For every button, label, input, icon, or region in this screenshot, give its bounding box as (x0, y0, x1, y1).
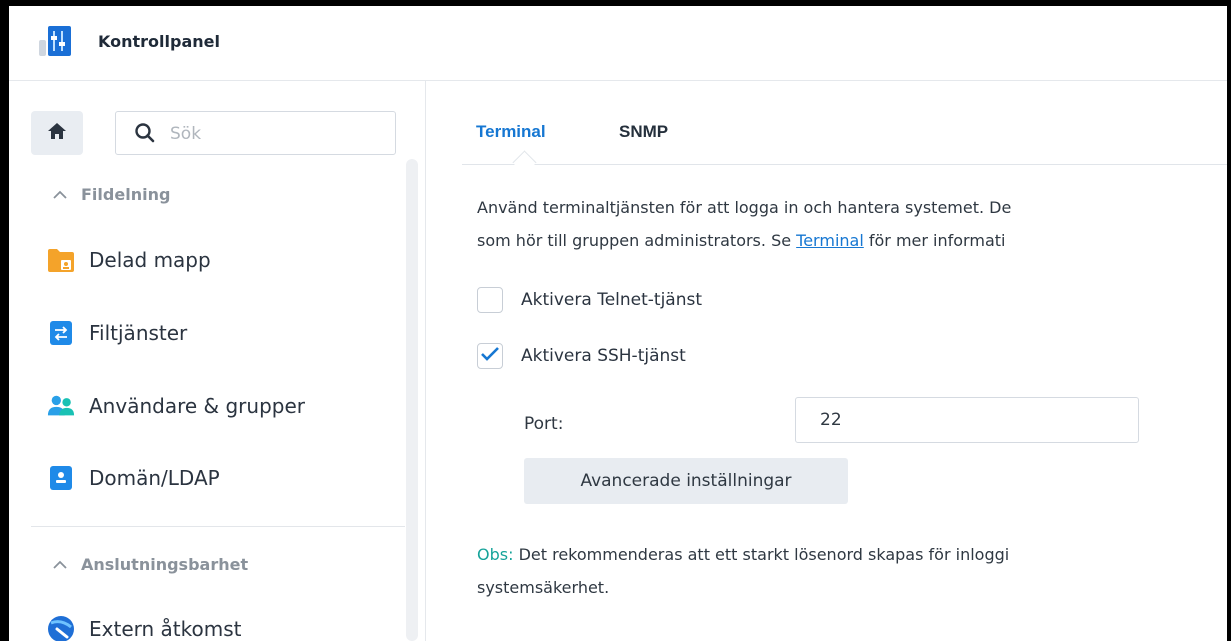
security-note: Obs: Det rekommenderas att ett starkt lö… (477, 538, 1009, 604)
tab-snmp[interactable]: SNMP (619, 122, 668, 142)
description-line-2: som hör till gruppen administrators. Se … (477, 231, 1005, 250)
port-label: Port: (524, 414, 564, 434)
telnet-checkbox[interactable] (477, 287, 503, 313)
sidebar-item-external-access[interactable]: Extern åtkomst (47, 609, 241, 641)
shared-folder-icon (47, 246, 75, 274)
description-text: som hör till gruppen administrators. Se (477, 231, 797, 250)
control-panel-icon (39, 26, 71, 58)
telnet-label: Aktivera Telnet-tjänst (521, 290, 703, 310)
sidebar-item-label: Användare & grupper (89, 394, 305, 418)
search-icon (134, 122, 156, 148)
section-header-anslutningsbarhet[interactable]: Anslutningsbarhet (53, 555, 248, 574)
description-text: för mer informati (863, 231, 1006, 250)
active-tab-indicator (512, 150, 537, 175)
ssh-label: Aktivera SSH-tjänst (521, 346, 686, 366)
tab-terminal[interactable]: Terminal (476, 122, 546, 142)
sidebar-item-file-services[interactable]: Filtjänster (47, 313, 187, 353)
description-line-1: Använd terminaltjänsten för att logga in… (477, 198, 1012, 217)
sidebar-item-label: Delad mapp (89, 248, 211, 272)
file-services-icon (47, 319, 75, 347)
note-line-2: systemsäkerhet. (477, 578, 610, 597)
advanced-settings-button[interactable]: Avancerade inställningar (524, 458, 848, 504)
ssh-checkbox[interactable] (477, 343, 503, 369)
users-groups-icon (47, 392, 75, 420)
sidebar-divider (31, 526, 405, 527)
home-button[interactable] (31, 111, 83, 155)
control-panel-window: Kontrollpanel Fildelning (0, 0, 1231, 641)
checkmark-icon (480, 346, 500, 367)
section-label: Fildelning (81, 185, 171, 204)
sidebar-item-label: Extern åtkomst (89, 617, 242, 641)
sidebar-item-users-groups[interactable]: Användare & grupper (47, 386, 305, 426)
note-text: Det rekommenderas att ett starkt lösenor… (513, 545, 1010, 564)
sidebar: Fildelning Delad mapp Fil (9, 81, 426, 641)
sidebar-item-label: Domän/LDAP (89, 466, 220, 490)
note-line-1: Obs: Det rekommenderas att ett starkt lö… (477, 538, 1009, 571)
section-header-fildelning[interactable]: Fildelning (53, 185, 170, 204)
sidebar-scrollbar[interactable] (406, 159, 418, 641)
terminal-help-link[interactable]: Terminal (796, 231, 864, 250)
title-bar: Kontrollpanel (9, 6, 1227, 81)
ssh-option[interactable]: Aktivera SSH-tjänst (477, 343, 686, 369)
sidebar-item-label: Filtjänster (89, 321, 188, 345)
chevron-up-icon (53, 555, 67, 574)
chevron-up-icon (53, 185, 67, 204)
domain-ldap-icon (47, 464, 75, 492)
window-title: Kontrollpanel (98, 32, 220, 51)
tab-bar: Terminal SNMP (462, 81, 1227, 175)
sidebar-item-domain-ldap[interactable]: Domän/LDAP (47, 458, 220, 498)
telnet-option[interactable]: Aktivera Telnet-tjänst (477, 287, 702, 313)
note-prefix: Obs: (477, 545, 514, 564)
port-input[interactable] (795, 397, 1139, 443)
external-access-icon (47, 615, 75, 641)
search-input[interactable] (168, 120, 382, 148)
sidebar-item-shared-folder[interactable]: Delad mapp (47, 240, 211, 280)
section-label: Anslutningsbarhet (81, 555, 249, 574)
search-box[interactable] (115, 111, 396, 155)
main-panel: Terminal SNMP Använd terminaltjänsten fö… (426, 81, 1227, 641)
home-icon (47, 121, 67, 145)
